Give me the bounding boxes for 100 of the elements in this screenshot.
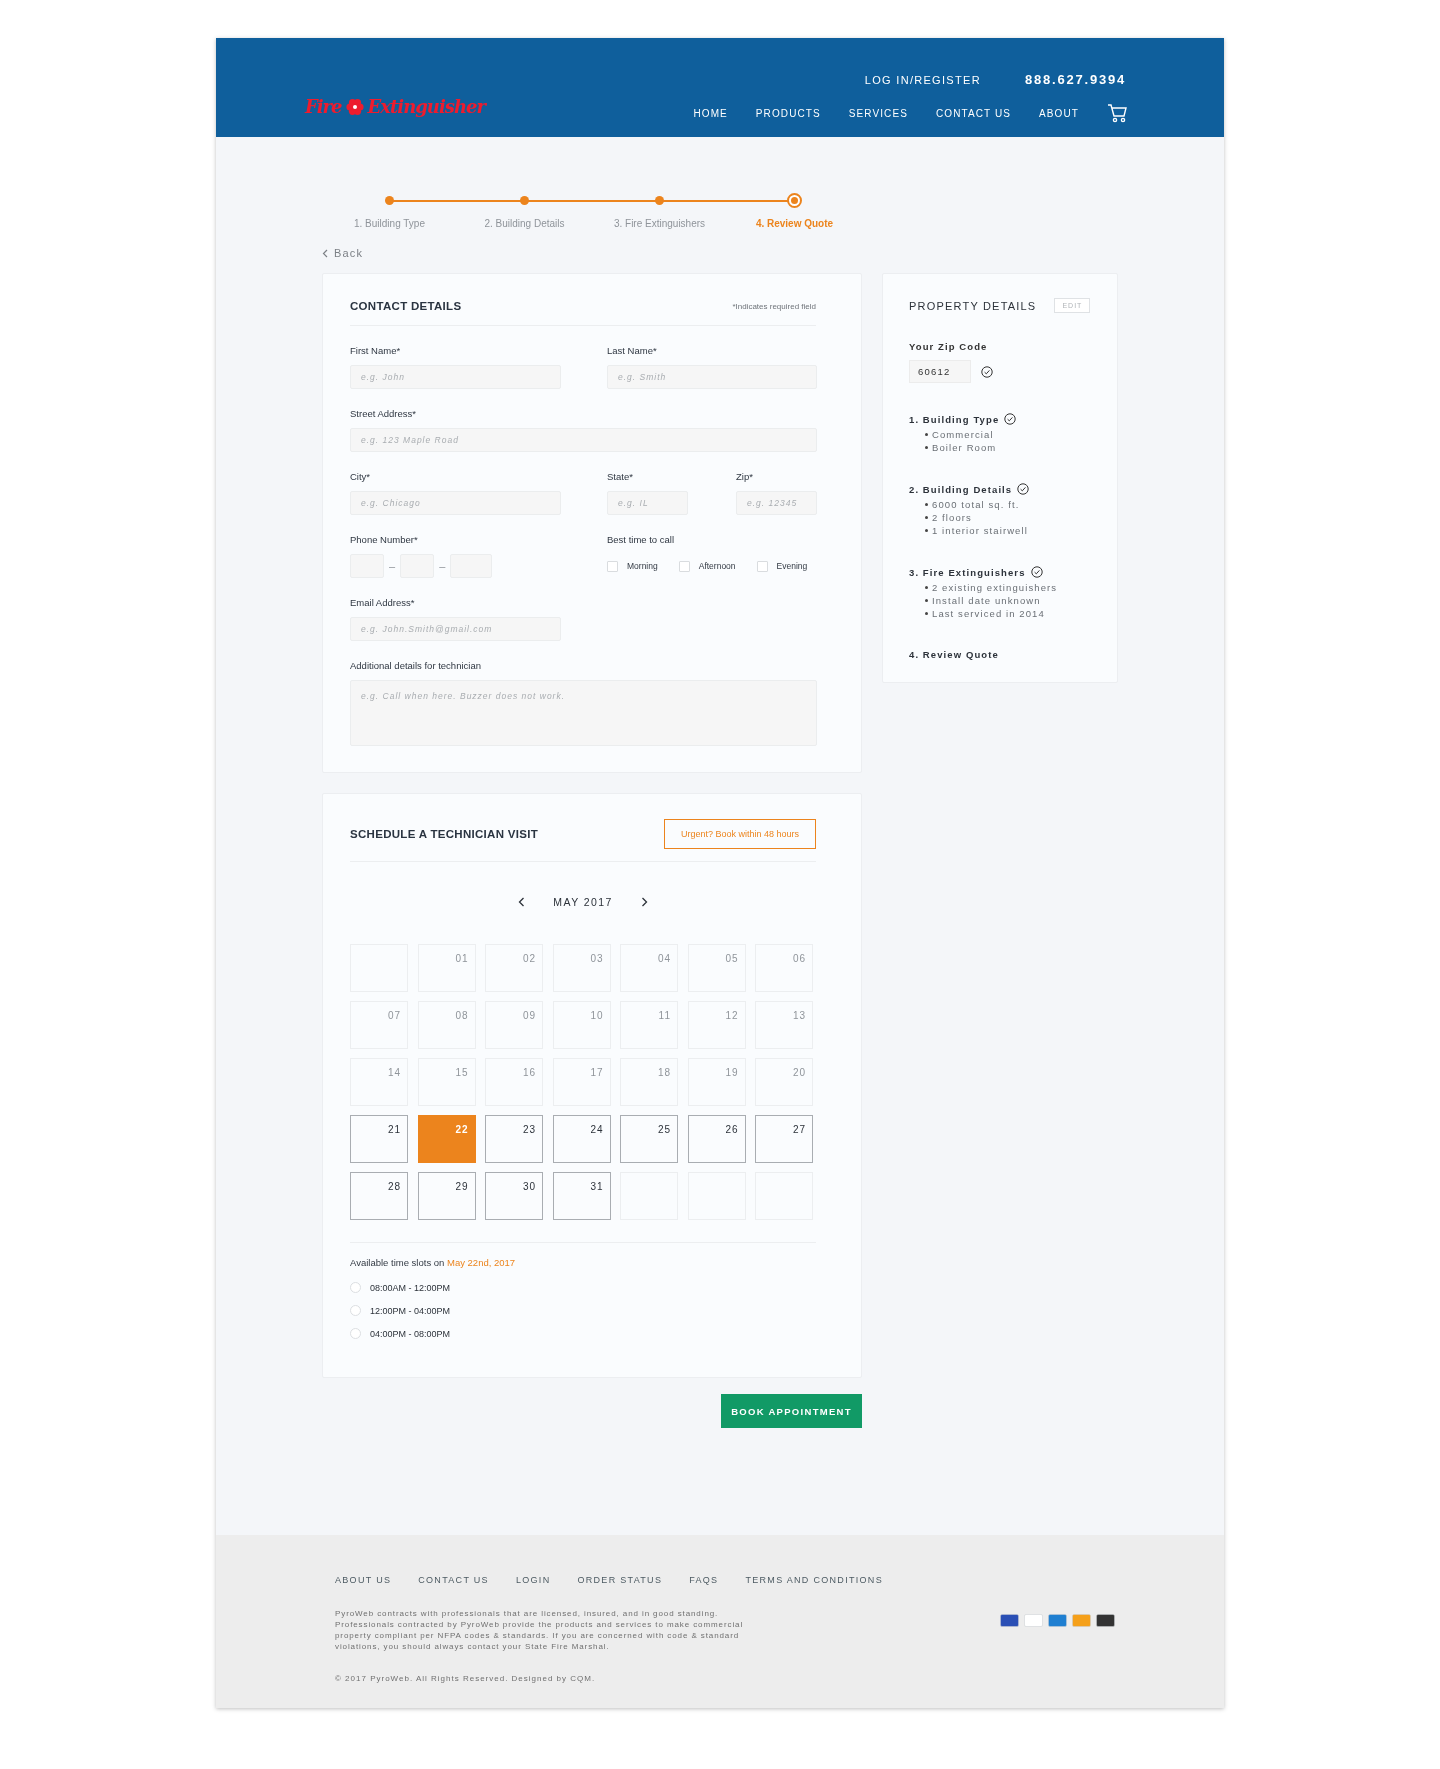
field-label: State* <box>607 471 634 482</box>
calendar-day: 06 <box>755 944 813 992</box>
summary-item: 6000 total sq. ft. <box>932 499 1020 510</box>
field-label: Phone Number* <box>350 534 419 545</box>
summary-item: Install date unknown <box>932 595 1041 606</box>
bullet-icon <box>925 612 928 615</box>
calendar-day[interactable]: 30 <box>485 1172 543 1220</box>
nav-link[interactable]: CONTACT US <box>935 107 1012 119</box>
calendar-day[interactable]: 28 <box>350 1172 408 1220</box>
input-field[interactable]: e.g. John.Smith@gmail.com <box>350 617 561 641</box>
calendar-day: 03 <box>552 944 611 992</box>
next-month-button[interactable] <box>640 897 648 907</box>
bullet-icon <box>925 446 928 449</box>
field-label: Last Name* <box>607 345 658 356</box>
calendar-day: 10 <box>552 1001 611 1049</box>
book-appointment-button[interactable]: BOOK APPOINTMENT <box>721 1394 862 1428</box>
input-field[interactable]: e.g. Smith <box>607 365 817 389</box>
summary-heading: 3. Fire Extinguishers <box>909 566 1026 578</box>
summary-item: Boiler Room <box>932 442 997 453</box>
chevron-left-icon <box>322 248 328 258</box>
bullet-icon <box>925 503 928 506</box>
summary-heading: 4. Review Quote <box>909 649 999 660</box>
checkbox[interactable] <box>607 560 618 572</box>
calendar-day: 02 <box>485 944 543 992</box>
required-note: *Indicates required field <box>732 301 816 311</box>
calendar-day: 05 <box>687 944 746 992</box>
calendar-day[interactable]: 31 <box>552 1172 611 1220</box>
login-register-link[interactable]: LOG IN/REGISTER <box>864 73 981 86</box>
calendar-day[interactable]: 29 <box>417 1172 476 1220</box>
radio-button[interactable] <box>350 1282 361 1293</box>
summary-heading: 2. Building Details <box>909 483 1013 495</box>
section-title: CONTACT DETAILS <box>350 300 462 312</box>
checkbox-label: Morning <box>627 561 658 571</box>
checkbox-label: Afternoon <box>698 561 736 571</box>
calendar-day: 01 <box>417 944 476 992</box>
field-label: Email Address* <box>350 597 416 608</box>
footer-link[interactable]: LOGIN <box>515 1575 551 1585</box>
disclaimer-text: PyroWeb contracts with professionals that are licensed, insured, and in good standing. Professionals contracted by PyroWeb provide the products and services to make commercial property compliant per NFPA codes & standards. If you are concerned with code & standard violations, you should always contact your State Fire Marshal. <box>335 1608 745 1652</box>
time-slot-label: 12:00PM - 04:00PM <box>370 1305 451 1316</box>
summary-item: 1 interior stairwell <box>932 525 1028 536</box>
calendar-day[interactable]: 26 <box>687 1115 746 1163</box>
field-label: Best time to call <box>607 534 676 545</box>
bullet-icon <box>925 586 928 589</box>
checkbox[interactable] <box>678 560 690 572</box>
summary-item: 2 existing extinguishers <box>932 582 1058 593</box>
previous-month-button[interactable] <box>518 897 526 907</box>
text-area[interactable]: e.g. Call when here. Buzzer does not work. <box>350 680 817 746</box>
summary-item: 2 floors <box>932 512 972 523</box>
summary-item: Commercial <box>932 429 994 440</box>
nav-link[interactable]: HOME <box>693 107 728 119</box>
input-field[interactable]: e.g. IL <box>607 491 688 515</box>
phone-number: 888.627.9394 <box>1024 72 1126 87</box>
field-label: First Name* <box>350 345 402 356</box>
calendar-day[interactable]: 21 <box>350 1115 408 1163</box>
calendar-day: 14 <box>350 1058 408 1106</box>
month-label: MAY 2017 <box>553 896 613 908</box>
input-field[interactable]: e.g. Chicago <box>350 491 561 515</box>
bullet-icon <box>925 599 928 602</box>
field-label: Additional details for technician <box>350 660 482 671</box>
bullet-icon <box>925 529 928 532</box>
calendar-day: 16 <box>485 1058 543 1106</box>
nav-link[interactable]: ABOUT <box>1039 107 1079 119</box>
calendar-day: 12 <box>687 1001 746 1049</box>
dash-separator: – <box>389 560 396 572</box>
calendar-day: 13 <box>755 1001 813 1049</box>
dash-separator: – <box>439 560 446 572</box>
checkbox-label: Evening <box>776 561 808 571</box>
calendar-day[interactable]: 25 <box>620 1115 678 1163</box>
time-slot-label: 08:00AM - 12:00PM <box>370 1282 451 1293</box>
back-link[interactable]: Back <box>322 247 364 259</box>
nav-link[interactable]: PRODUCTS <box>755 107 821 119</box>
calendar-day[interactable]: 23 <box>485 1115 543 1163</box>
footer-link[interactable]: ABOUT US <box>335 1575 392 1585</box>
input-field[interactable]: e.g. John <box>350 365 561 389</box>
calendar-day[interactable]: 24 <box>552 1115 611 1163</box>
slots-heading: Available time slots on May 22nd, 2017 <box>350 1257 517 1268</box>
bullet-icon <box>925 516 928 519</box>
input-field[interactable]: e.g. 12345 <box>736 491 817 515</box>
footer-link[interactable]: FAQS <box>689 1575 719 1585</box>
nav-link[interactable]: SERVICES <box>848 107 908 119</box>
calendar-day: 18 <box>620 1058 678 1106</box>
calendar-day: 20 <box>755 1058 813 1106</box>
field-label: Street Address* <box>350 408 417 419</box>
section-title: SCHEDULE A TECHNICIAN VISIT <box>350 828 539 840</box>
copyright-text: © 2017 PyroWeb. All Rights Reserved. Designed by CQM. <box>335 1674 597 1683</box>
calendar-day[interactable]: 27 <box>755 1115 813 1163</box>
checkbox[interactable] <box>756 560 768 572</box>
calendar-day: 04 <box>620 944 678 992</box>
cart-icon[interactable] <box>1107 103 1128 123</box>
calendar-day: 09 <box>485 1001 543 1049</box>
calendar-day: 11 <box>620 1001 678 1049</box>
zip-field[interactable]: 60612 <box>909 360 971 383</box>
flower-icon <box>345 97 364 116</box>
input-field[interactable]: e.g. 123 Maple Road <box>350 428 817 452</box>
radio-button[interactable] <box>350 1305 361 1316</box>
footer-link[interactable]: TERMS AND CONDITIONS <box>745 1575 883 1585</box>
footer-link[interactable]: CONTACT US <box>418 1575 489 1585</box>
radio-button[interactable] <box>350 1328 361 1339</box>
footer-link[interactable]: ORDER STATUS <box>577 1575 663 1585</box>
summary-heading: 1. Building Type <box>909 413 1000 425</box>
